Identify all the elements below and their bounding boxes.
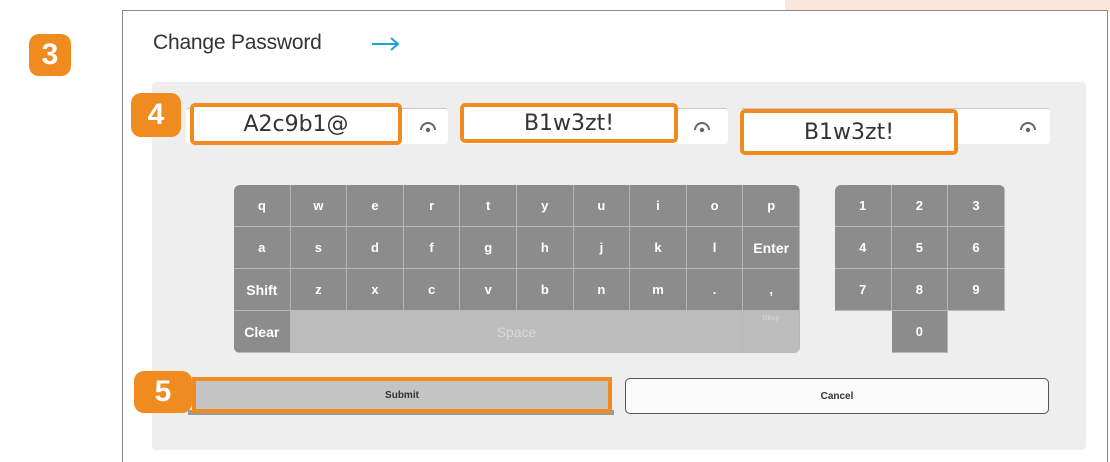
current-password-value[interactable]: A2c9b1@ — [190, 103, 402, 145]
numpad-key-4[interactable]: 4 — [835, 227, 892, 269]
numpad-key-7[interactable]: 7 — [835, 269, 892, 311]
numpad-key-3[interactable]: 3 — [948, 185, 1005, 227]
key-enter[interactable]: Enter — [743, 227, 800, 269]
key-c[interactable]: c — [403, 269, 461, 311]
eye-icon[interactable] — [692, 119, 712, 133]
arrow-right-icon — [372, 37, 400, 51]
key-x[interactable]: x — [347, 269, 404, 311]
step-badge-3: 3 — [29, 34, 71, 76]
numpad-blank — [835, 311, 892, 353]
numeric-keypad: 123 456 7890 — [835, 185, 1005, 353]
clear-key[interactable]: Clear — [234, 311, 291, 353]
key-f[interactable]: f — [403, 227, 461, 269]
numpad-key-2[interactable]: 2 — [891, 185, 949, 227]
numpad-key-5[interactable]: 5 — [891, 227, 949, 269]
step-badge-4: 4 — [131, 93, 181, 137]
key-q[interactable]: q — [234, 185, 291, 227]
numpad-key-9[interactable]: 9 — [948, 269, 1005, 311]
key-j[interactable]: j — [573, 227, 631, 269]
current-password-field[interactable]: A2c9b1@ — [186, 103, 448, 145]
key-e[interactable]: e — [347, 185, 404, 227]
key-m[interactable]: m — [630, 269, 687, 311]
key-o[interactable]: o — [686, 185, 744, 227]
key-comma[interactable]: , — [743, 269, 800, 311]
key-y[interactable]: y — [517, 185, 574, 227]
key-a[interactable]: a — [234, 227, 291, 269]
onscreen-keyboard: q w e r t y u i o p a s d f g h j k l Enter Shift z x c v b n m., Cl… — [234, 185, 800, 353]
key-h[interactable]: h — [517, 227, 574, 269]
key-shift[interactable]: Shift — [234, 269, 291, 311]
space-key[interactable]: Space — [290, 311, 744, 353]
new-password-field[interactable]: B1w3zt! — [460, 103, 728, 144]
key-p[interactable]: p — [743, 185, 800, 227]
numpad-key-6[interactable]: 6 — [948, 227, 1005, 269]
eye-icon[interactable] — [418, 119, 438, 133]
page-title: Change Password — [153, 31, 322, 54]
backspace-key[interactable]: Bksp — [743, 311, 800, 353]
numpad-key-1[interactable]: 1 — [835, 185, 892, 227]
key-b[interactable]: b — [517, 269, 574, 311]
key-w[interactable]: w — [290, 185, 348, 227]
key-l[interactable]: l — [686, 227, 744, 269]
key-period[interactable]: . — [686, 269, 744, 311]
new-password-value[interactable]: B1w3zt! — [460, 103, 678, 143]
key-d[interactable]: d — [347, 227, 404, 269]
key-s[interactable]: s — [290, 227, 348, 269]
confirm-password-field[interactable]: B1w3zt! — [740, 108, 1050, 155]
key-g[interactable]: g — [460, 227, 517, 269]
cancel-button[interactable]: Cancel — [625, 378, 1049, 414]
numpad-key-0[interactable]: 0 — [891, 311, 949, 353]
key-k[interactable]: k — [630, 227, 687, 269]
step-badge-5: 5 — [134, 371, 192, 413]
confirm-password-value[interactable]: B1w3zt! — [740, 109, 958, 155]
key-i[interactable]: i — [630, 185, 687, 227]
key-z[interactable]: z — [290, 269, 348, 311]
key-v[interactable]: v — [460, 269, 517, 311]
eye-icon[interactable] — [1018, 119, 1038, 133]
key-r[interactable]: r — [403, 185, 461, 227]
submit-button[interactable]: Submit — [192, 377, 612, 413]
key-t[interactable]: t — [460, 185, 517, 227]
numpad-key-8[interactable]: 8 — [891, 269, 949, 311]
numpad-blank — [948, 311, 1005, 353]
key-u[interactable]: u — [573, 185, 631, 227]
key-n[interactable]: n — [573, 269, 631, 311]
